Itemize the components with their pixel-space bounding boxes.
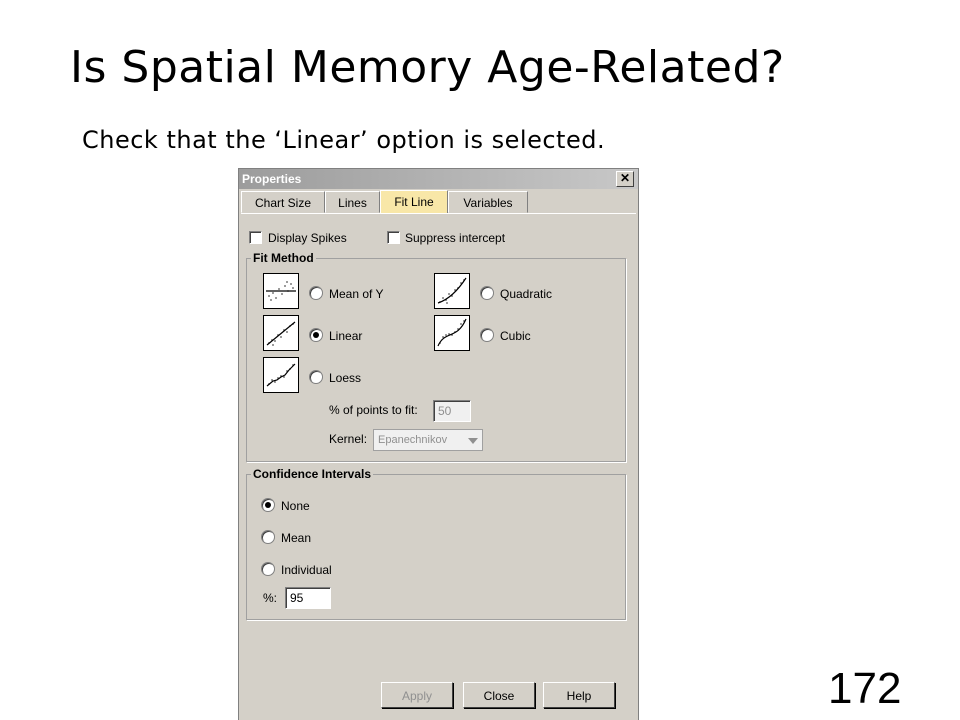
linear-radio[interactable] (309, 328, 323, 342)
linear-label: Linear (329, 329, 363, 343)
tab-chart-size[interactable]: Chart Size (241, 191, 325, 213)
ci-none-radio-dot (265, 502, 271, 508)
ci-individual-radio[interactable] (261, 562, 275, 576)
slide-subtitle: Check that the ‘Linear’ option is select… (82, 126, 606, 154)
chevron-down-icon (468, 438, 478, 444)
ci-mean-radio[interactable] (261, 530, 275, 544)
slide-number: 172 (828, 664, 902, 713)
quadratic-label: Quadratic (500, 287, 553, 301)
kernel-label: Kernel: (329, 432, 368, 446)
suppress-intercept-label: Suppress intercept (405, 231, 506, 245)
tab-lines[interactable]: Lines (325, 191, 380, 213)
ci-mean-label: Mean (281, 531, 312, 545)
close-icon[interactable]: ✕ (616, 171, 634, 187)
cubic-preview (434, 315, 470, 351)
slide-title: Is Spatial Memory Age-Related? (70, 42, 785, 93)
points-to-fit-label: % of points to fit: (329, 403, 418, 417)
apply-button[interactable]: Apply (381, 682, 453, 708)
mean-of-y-preview (263, 273, 299, 309)
close-button[interactable]: Close (463, 682, 535, 708)
loess-preview (263, 357, 299, 393)
ci-percent-input[interactable]: 95 (285, 587, 331, 609)
tab-divider (241, 213, 636, 214)
kernel-select[interactable]: Epanechnikov (373, 429, 483, 451)
kernel-select-value: Epanechnikov (378, 434, 448, 446)
ci-percent-label: %: (263, 591, 278, 605)
confidence-intervals-title: Confidence Intervals (251, 467, 374, 481)
ci-individual-label: Individual (281, 563, 332, 577)
linear-radio-dot (313, 332, 319, 338)
help-button[interactable]: Help (543, 682, 615, 708)
mean-of-y-label: Mean of Y (329, 287, 384, 301)
cubic-radio[interactable] (480, 328, 494, 342)
tab-fit-line[interactable]: Fit Line (380, 190, 448, 214)
cubic-label: Cubic (500, 329, 531, 343)
fit-method-title: Fit Method (251, 251, 316, 265)
linear-preview (263, 315, 299, 351)
suppress-intercept-checkbox[interactable] (387, 231, 400, 244)
display-spikes-checkbox[interactable] (249, 231, 262, 244)
mean-of-y-radio[interactable] (309, 286, 323, 300)
display-spikes-label: Display Spikes (268, 231, 347, 245)
tab-variables[interactable]: Variables (448, 191, 528, 213)
properties-dialog: Properties ✕ Chart Size Lines Fit Line V… (238, 168, 639, 720)
quadratic-radio[interactable] (480, 286, 494, 300)
ci-none-label: None (281, 499, 310, 513)
dialog-title: Properties (242, 172, 302, 186)
points-to-fit-input[interactable]: 50 (433, 400, 471, 422)
loess-label: Loess (329, 371, 362, 385)
quadratic-preview (434, 273, 470, 309)
dialog-titlebar[interactable]: Properties (239, 169, 638, 189)
loess-radio[interactable] (309, 370, 323, 384)
ci-none-radio[interactable] (261, 498, 275, 512)
